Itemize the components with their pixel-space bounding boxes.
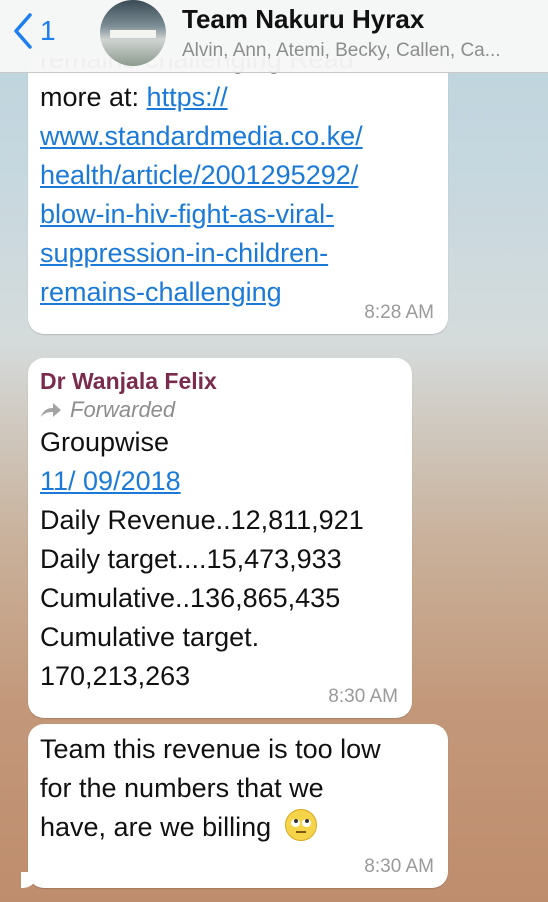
back-button[interactable]: 1 [12,12,56,50]
sender-name[interactable]: Dr Wanjala Felix [40,368,394,395]
message-link[interactable]: health/article/2001295292/ [40,160,358,190]
message-text: more at: [40,82,147,112]
bubble-tail [21,872,37,888]
date-link[interactable]: 11/ 09/2018 [40,466,181,496]
group-members[interactable]: Alvin, Ann, Atemi, Becky, Callen, Ca... [182,40,542,62]
group-title[interactable]: Team Nakuru Hyrax [182,4,424,35]
message-bubble[interactable]: Team this revenue is too low for the num… [21,724,448,888]
forwarded-label: Forwarded [40,397,394,423]
chat-header: 1 Team Nakuru Hyrax Alvin, Ann, Atemi, B… [0,0,548,73]
message-time: 8:30 AM [328,686,398,707]
message-line: for the numbers that we [40,773,324,803]
message-line: Groupwise [40,427,170,457]
message-link[interactable]: https:// [147,82,228,112]
message-line: Cumulative..136,865,435 [40,583,341,613]
group-avatar[interactable] [100,0,166,66]
message-line: Daily target....15,473,933 [40,544,342,574]
message-line: 170,213,263 [40,661,191,691]
message-time: 8:28 AM [364,302,434,323]
message-link[interactable]: blow-in-hiv-fight-as-viral- [40,199,334,229]
message-time: 8:30 AM [364,856,434,877]
message-link[interactable]: suppression-in-children- [40,238,328,268]
message-line: Team this revenue is too low [40,734,381,764]
message-link[interactable]: www.standardmedia.co.ke/ [40,121,363,151]
rolling-eyes-emoji-icon [284,809,317,841]
message-link[interactable]: remains-challenging [40,277,282,307]
message-bubble[interactable]: remains-challenging Read more at: https:… [28,56,448,334]
forward-arrow-icon [41,403,61,417]
message-line: have, are we billing [40,812,272,842]
message-line: Daily Revenue..12,811,921 [40,505,364,535]
message-bubble[interactable]: Dr Wanjala Felix Forwarded Groupwise 11/… [28,358,412,718]
unread-count: 1 [40,15,56,46]
chevron-left-icon [14,13,32,49]
message-line: Cumulative target. [40,622,260,652]
